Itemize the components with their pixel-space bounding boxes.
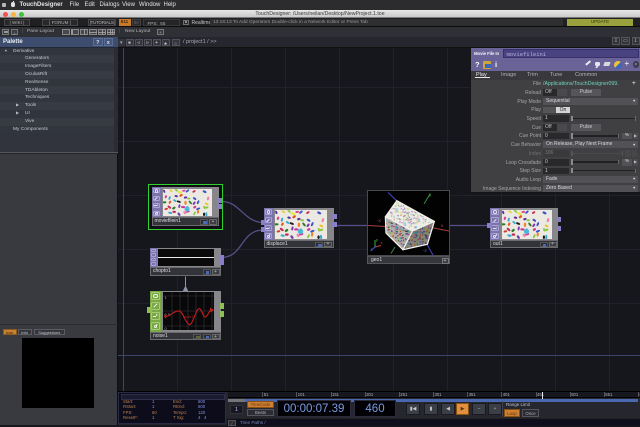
svg-text:y: y <box>429 192 432 197</box>
svg-text:z: z <box>371 247 373 252</box>
svg-text:-z: -z <box>423 248 427 253</box>
svg-text:-x: -x <box>377 218 381 223</box>
svg-text:y: y <box>376 237 378 242</box>
svg-text:x: x <box>441 223 444 228</box>
svg-text:x: x <box>381 240 383 245</box>
svg-text:0: 0 <box>164 326 167 330</box>
